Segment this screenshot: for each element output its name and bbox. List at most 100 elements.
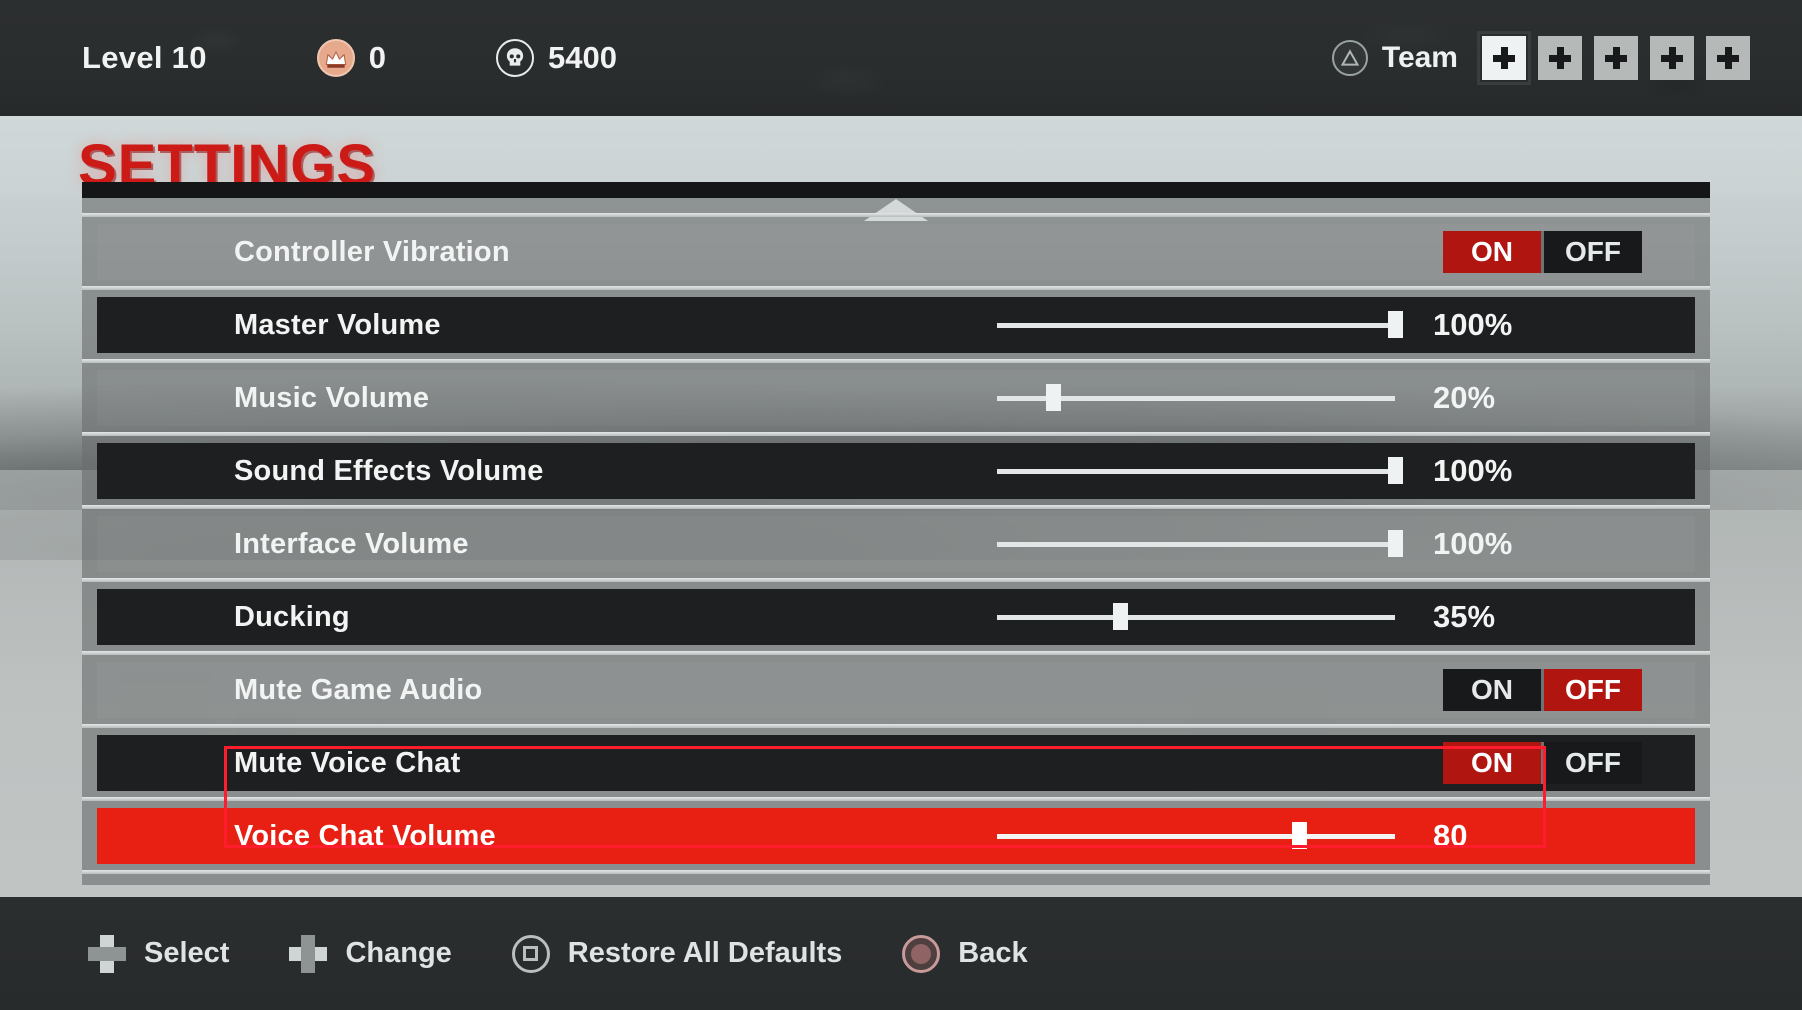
hint-select-label: Select: [144, 937, 230, 969]
plus-icon: [1605, 47, 1627, 69]
settings-row-label: Mute Voice Chat: [234, 746, 461, 779]
slider-knob[interactable]: [1388, 457, 1403, 484]
slider-track[interactable]: [997, 542, 1395, 547]
settings-row[interactable]: Voice Chat Volume 80: [97, 808, 1695, 864]
slider-control[interactable]: [997, 822, 1395, 849]
team-label: Team: [1381, 41, 1458, 74]
team-slot-3[interactable]: [1594, 36, 1638, 80]
slider-value: 100%: [1433, 307, 1513, 342]
settings-row[interactable]: Controller Vibration ON OFF: [97, 224, 1695, 280]
team-button[interactable]: Team: [1331, 40, 1458, 76]
row-separator: [82, 724, 1710, 728]
slider-control[interactable]: [997, 530, 1403, 557]
hint-restore-defaults[interactable]: Restore All Defaults: [511, 934, 843, 973]
slider-knob[interactable]: [1113, 603, 1129, 630]
plus-icon: [1717, 47, 1739, 69]
toggle-option-off[interactable]: OFF: [1544, 669, 1642, 711]
footer-hint-bar: Select Change Restore All Defaults Back: [0, 897, 1802, 1010]
settings-row-label: Ducking: [234, 600, 350, 633]
slider-knob[interactable]: [1045, 384, 1061, 411]
toggle-option-off[interactable]: OFF: [1544, 742, 1642, 784]
team-slot-5[interactable]: [1706, 36, 1750, 80]
ps-triangle-icon: [1331, 40, 1368, 76]
row-separator: [82, 578, 1710, 582]
skull-icon: [496, 39, 535, 77]
toggle-option-on[interactable]: ON: [1443, 669, 1541, 711]
dpad-vertical-icon: [88, 934, 126, 973]
hint-back-label: Back: [958, 937, 1028, 969]
row-separator: [82, 286, 1710, 290]
settings-row[interactable]: Sound Effects Volume 100%: [97, 443, 1695, 499]
team-slot-4[interactable]: [1650, 36, 1694, 80]
slider-track[interactable]: [997, 469, 1395, 474]
toggle-option-on[interactable]: ON: [1443, 231, 1541, 273]
settings-row[interactable]: Mute Game Audio ON OFF: [97, 662, 1695, 718]
hint-select[interactable]: Select: [88, 934, 230, 973]
row-separator: [82, 359, 1710, 363]
slider-value: 100%: [1433, 453, 1513, 488]
slider-track[interactable]: [997, 834, 1395, 839]
settings-row[interactable]: Music Volume 20%: [97, 370, 1695, 426]
toggle-control[interactable]: ON OFF: [1443, 742, 1642, 784]
team-slot-2[interactable]: [1538, 36, 1582, 80]
skull-value: 5400: [548, 40, 617, 75]
row-separator: [82, 870, 1710, 874]
slider-control[interactable]: [997, 384, 1395, 411]
settings-row[interactable]: Master Volume 100%: [97, 297, 1695, 353]
slider-value: 100%: [1433, 526, 1513, 561]
slider-track[interactable]: [997, 615, 1395, 620]
currency-stat-skull: 5400: [496, 39, 617, 77]
toggle-control[interactable]: ON OFF: [1443, 231, 1642, 273]
top-hud-bar: Level 10 0 5400 Team: [0, 0, 1802, 116]
slider-knob[interactable]: [1292, 822, 1308, 849]
settings-row[interactable]: Ducking 35%: [97, 589, 1695, 645]
crown-value: 0: [368, 40, 387, 75]
toggle-option-on[interactable]: ON: [1443, 742, 1541, 784]
crown-icon: [316, 39, 355, 77]
slider-knob[interactable]: [1388, 530, 1403, 557]
slider-knob[interactable]: [1388, 311, 1403, 338]
settings-row-label: Controller Vibration: [234, 235, 510, 268]
slider-value: 20%: [1433, 380, 1496, 415]
toggle-control[interactable]: ON OFF: [1443, 669, 1642, 711]
hint-restore-label: Restore All Defaults: [567, 937, 843, 969]
row-separator: [82, 651, 1710, 655]
chevron-up-icon[interactable]: [864, 199, 928, 221]
currency-stat-crown: 0: [316, 39, 387, 77]
slider-control[interactable]: [997, 311, 1403, 338]
toggle-option-off[interactable]: OFF: [1544, 231, 1642, 273]
slider-control[interactable]: [997, 457, 1403, 484]
ps-square-icon: [511, 934, 550, 973]
ps-circle-icon: [902, 934, 941, 973]
settings-row-label: Voice Chat Volume: [234, 819, 496, 852]
hud-left-group: Level 10 0 5400: [82, 39, 617, 77]
team-slot-list: [1477, 31, 1750, 85]
row-separator: [82, 432, 1710, 436]
settings-row-label: Mute Game Audio: [234, 673, 483, 706]
hint-change-label: Change: [345, 937, 452, 969]
hud-right-group: Team: [1331, 0, 1750, 116]
slider-value: 80: [1433, 818, 1468, 853]
hint-back[interactable]: Back: [902, 934, 1028, 973]
plus-icon: [1549, 47, 1571, 69]
dpad-horizontal-icon: [289, 934, 328, 973]
row-separator: [82, 797, 1710, 801]
hint-change[interactable]: Change: [289, 934, 452, 973]
slider-value: 35%: [1433, 599, 1496, 634]
team-slot-1[interactable]: [1477, 31, 1531, 85]
settings-row-label: Master Volume: [234, 308, 441, 341]
settings-row-label: Interface Volume: [234, 527, 469, 560]
panel-top-bar: [82, 182, 1710, 198]
plus-icon: [1661, 47, 1683, 69]
row-separator: [82, 213, 1710, 217]
settings-row[interactable]: Interface Volume 100%: [97, 516, 1695, 572]
player-level: Level 10: [82, 40, 207, 75]
settings-row-label: Sound Effects Volume: [234, 454, 544, 487]
slider-control[interactable]: [997, 603, 1395, 630]
row-separator: [82, 505, 1710, 509]
slider-track[interactable]: [997, 323, 1395, 328]
settings-panel: Controller Vibration ON OFF Master Volume 10…: [82, 182, 1710, 885]
settings-row[interactable]: Mute Voice Chat ON OFF: [97, 735, 1695, 791]
plus-icon: [1493, 47, 1515, 69]
settings-row-label: Music Volume: [234, 381, 430, 414]
